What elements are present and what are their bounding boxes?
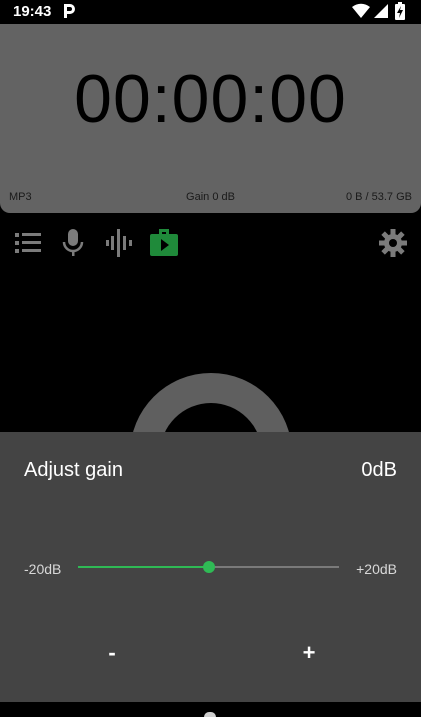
status-bar: 19:43 bbox=[0, 0, 421, 24]
play-folder-icon[interactable] bbox=[150, 229, 178, 256]
battery-charging-icon bbox=[395, 2, 405, 20]
decrease-gain-button[interactable]: - bbox=[92, 633, 132, 673]
toolbar bbox=[0, 222, 421, 264]
timer-card: 00:00:00 MP3 Gain 0 dB 0 B / 53.7 GB bbox=[0, 24, 421, 213]
p-notification-icon bbox=[64, 4, 75, 18]
list-icon[interactable] bbox=[15, 232, 41, 254]
gain-value: 0dB bbox=[361, 459, 397, 481]
gear-icon[interactable] bbox=[379, 229, 407, 257]
status-time: 19:43 bbox=[13, 3, 52, 20]
signal-icon bbox=[374, 4, 388, 18]
home-indicator[interactable] bbox=[204, 712, 216, 717]
increase-gain-button[interactable]: + bbox=[289, 633, 329, 673]
gain-slider-fill bbox=[78, 566, 209, 568]
sheet-title: Adjust gain bbox=[24, 459, 123, 481]
gain-slider-thumb[interactable] bbox=[202, 561, 215, 573]
timer-display: 00:00:00 bbox=[74, 61, 347, 137]
slider-min-label: -20dB bbox=[24, 561, 62, 577]
storage-label: 0 B / 53.7 GB bbox=[345, 191, 412, 203]
slider-max-label: +20dB bbox=[356, 561, 397, 577]
waveform-icon[interactable] bbox=[106, 229, 132, 257]
wifi-icon bbox=[352, 3, 370, 19]
microphone-icon[interactable] bbox=[62, 229, 84, 257]
